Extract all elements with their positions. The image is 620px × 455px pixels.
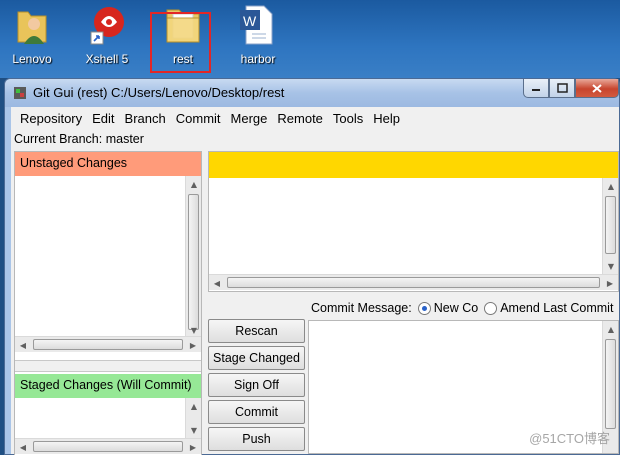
unstaged-horizontal-scrollbar[interactable]: ◀ ▶ — [15, 336, 201, 352]
svg-text:W: W — [243, 13, 257, 29]
menubar: Repository Edit Branch Commit Merge Remo… — [11, 107, 619, 129]
scroll-thumb[interactable] — [188, 194, 199, 330]
menu-repository[interactable]: Repository — [15, 111, 87, 126]
scroll-up-icon[interactable]: ▲ — [186, 398, 202, 414]
current-branch-label: Current Branch: master — [14, 132, 144, 146]
scroll-left-icon[interactable]: ◀ — [15, 337, 31, 353]
unstaged-file-list[interactable] — [15, 176, 201, 352]
scroll-thumb[interactable] — [605, 339, 616, 429]
minimize-button[interactable] — [523, 79, 549, 98]
window-controls — [523, 79, 619, 99]
scroll-right-icon[interactable]: ▶ — [185, 337, 201, 353]
close-button[interactable] — [575, 79, 619, 98]
scroll-right-icon[interactable]: ▶ — [185, 439, 201, 455]
scroll-up-icon[interactable]: ▲ — [186, 176, 202, 192]
commit-message-label: Commit Message: — [311, 301, 412, 315]
unstaged-vertical-scrollbar[interactable]: ▲ ▼ — [185, 176, 201, 338]
desktop-icon-label: Xshell 5 — [85, 52, 129, 66]
menu-help[interactable]: Help — [368, 111, 405, 126]
scroll-thumb[interactable] — [227, 277, 600, 288]
git-gui-window: Git Gui (rest) C:/Users/Lenovo/Desktop/r… — [4, 78, 620, 455]
action-buttons: Rescan Stage Changed Sign Off Commit Pus… — [208, 319, 306, 454]
scroll-down-icon[interactable]: ▼ — [186, 422, 202, 438]
user-folder-icon — [12, 2, 52, 46]
minimize-icon — [532, 89, 540, 91]
rescan-button[interactable]: Rescan — [208, 319, 305, 343]
maximize-icon — [556, 83, 568, 93]
staged-changes-header: Staged Changes (Will Commit) — [15, 374, 201, 398]
menu-edit[interactable]: Edit — [87, 111, 119, 126]
maximize-button[interactable] — [549, 79, 575, 98]
scroll-thumb[interactable] — [33, 339, 183, 350]
stage-changed-button[interactable]: Stage Changed — [208, 346, 305, 370]
desktop: Lenovo Xshell 5 rest W harbor — [0, 0, 620, 78]
commit-options-row: Commit Message: New Co Amend Last Commit — [311, 301, 613, 315]
menu-branch[interactable]: Branch — [120, 111, 171, 126]
new-commit-radio[interactable] — [417, 301, 431, 315]
staged-horizontal-scrollbar[interactable]: ◀ ▶ — [15, 438, 201, 454]
push-button[interactable]: Push — [208, 427, 305, 451]
amend-commit-radio[interactable] — [484, 301, 498, 315]
menu-commit[interactable]: Commit — [171, 111, 226, 126]
desktop-icon-label: Lenovo — [12, 52, 52, 66]
menu-merge[interactable]: Merge — [226, 111, 273, 126]
watermark: @51CTO博客 — [529, 431, 610, 446]
diff-viewer[interactable]: ▲ ▼ ◀ ▶ — [208, 151, 619, 292]
scroll-down-icon[interactable]: ▼ — [603, 258, 619, 274]
file-lists-pane: Unstaged Changes ▲ ▼ ◀ ▶ Staged Changes … — [14, 151, 202, 455]
scroll-thumb[interactable] — [605, 196, 616, 254]
desktop-icon-xshell[interactable]: Xshell 5 — [71, 2, 143, 66]
sign-off-button[interactable]: Sign Off — [208, 373, 305, 397]
scroll-thumb[interactable] — [33, 441, 183, 452]
word-document-icon: W — [238, 2, 278, 46]
title-bar[interactable]: Git Gui (rest) C:/Users/Lenovo/Desktop/r… — [5, 79, 619, 107]
git-gui-icon — [14, 87, 26, 99]
selection-highlight — [150, 12, 211, 73]
desktop-icon-harbor[interactable]: W harbor — [222, 2, 294, 66]
staged-vertical-scrollbar[interactable]: ▲ ▼ — [185, 398, 201, 438]
diff-horizontal-scrollbar[interactable]: ◀ ▶ — [209, 274, 618, 290]
scroll-up-icon[interactable]: ▲ — [603, 178, 619, 194]
scroll-right-icon[interactable]: ▶ — [602, 275, 618, 291]
scroll-up-icon[interactable]: ▲ — [603, 321, 619, 337]
pane-sash[interactable] — [15, 360, 201, 372]
menu-tools[interactable]: Tools — [328, 111, 368, 126]
diff-vertical-scrollbar[interactable]: ▲ ▼ — [602, 178, 618, 274]
close-icon — [592, 83, 602, 93]
new-commit-label[interactable]: New Co — [434, 301, 478, 315]
amend-commit-label[interactable]: Amend Last Commit — [500, 301, 613, 315]
scroll-left-icon[interactable]: ◀ — [15, 439, 31, 455]
window-title: Git Gui (rest) C:/Users/Lenovo/Desktop/r… — [33, 85, 285, 100]
menu-remote[interactable]: Remote — [272, 111, 328, 126]
desktop-icon-label: harbor — [240, 52, 276, 66]
scroll-left-icon[interactable]: ◀ — [209, 275, 225, 291]
unstaged-changes-header: Unstaged Changes — [15, 152, 201, 176]
desktop-icon-lenovo[interactable]: Lenovo — [0, 2, 68, 66]
window-client: Repository Edit Branch Commit Merge Remo… — [11, 107, 619, 455]
xshell-icon — [87, 2, 127, 46]
diff-header-bar — [209, 152, 618, 178]
commit-button[interactable]: Commit — [208, 400, 305, 424]
